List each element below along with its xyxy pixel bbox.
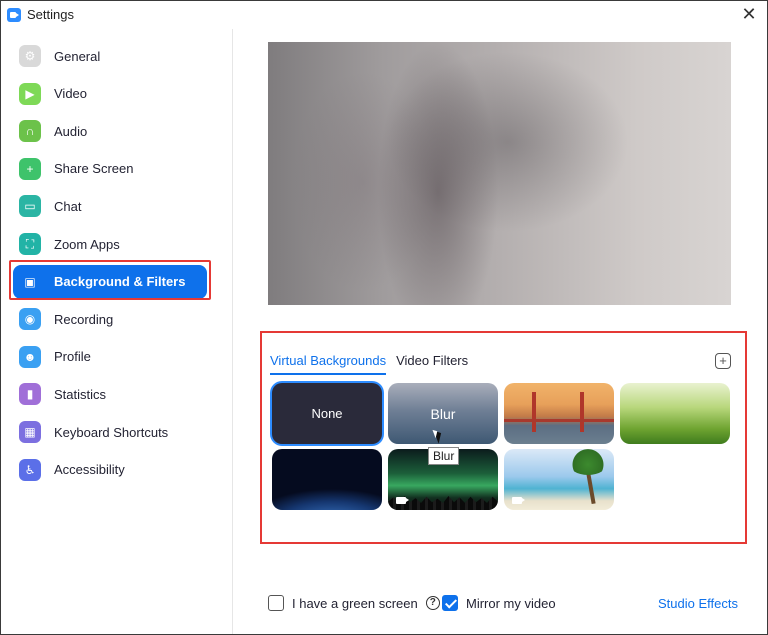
bridge-deck [504,419,614,422]
sidebar-item-background-filters[interactable]: ▣ Background & Filters [13,264,207,299]
palm-leaves [568,449,608,475]
mirror-label: Mirror my video [466,595,556,611]
help-icon[interactable]: ? [425,596,440,610]
sidebar-item-label: Background & Filters [54,274,186,290]
zoom-app-icon [7,8,21,22]
video-camera-icon [512,497,525,504]
mirror-option[interactable]: Mirror my video [442,595,556,611]
title-bar: Settings ✕ [1,1,767,29]
bridge-tower [532,392,536,432]
recording-icon: ◉ [19,308,41,331]
sidebar-item-share-screen[interactable]: + Share Screen [13,152,207,186]
headphones-icon: ∩ [19,120,41,143]
video-camera-icon [396,497,409,504]
tab-video-filters[interactable]: Video Filters [396,353,468,375]
background-thumbnail-bridge[interactable] [504,383,614,444]
window-title: Settings [27,7,74,22]
sidebar-item-label: Recording [54,311,114,327]
zoom-apps-icon: ⛶ [19,233,41,255]
sidebar-item-video[interactable]: ▶ Video [13,77,207,111]
share-screen-icon: + [19,157,41,180]
video-preview [268,42,731,305]
sidebar-item-chat[interactable]: ▭ Chat [13,189,207,223]
thumbnail-label: None [311,406,343,421]
tab-virtual-backgrounds[interactable]: Virtual Backgrounds [270,353,387,375]
green-screen-option[interactable]: I have a green screen ? [268,595,440,611]
sidebar-item-keyboard-shortcuts[interactable]: ▦ Keyboard Shortcuts [13,415,207,449]
sidebar-item-label: Share Screen [54,161,134,177]
sidebar-item-statistics[interactable]: ▮ Statistics [13,377,207,411]
sidebar-item-label: Chat [54,198,82,214]
sidebar-item-label: Profile [54,349,91,365]
sidebar-item-label: Audio [54,123,88,139]
background-icon: ▣ [24,274,36,289]
sidebar-item-label: Statistics [54,386,107,402]
sidebar-item-zoom-apps[interactable]: ⛶ Zoom Apps [13,227,207,261]
sidebar-item-label: Video [54,86,88,102]
mirror-checkbox[interactable] [442,595,458,611]
sidebar-item-label: General [54,48,101,64]
add-background-button[interactable]: + [715,353,731,369]
tab-bar: Virtual Backgrounds Video Filters [270,353,478,375]
sidebar-item-label: Keyboard Shortcuts [54,424,169,440]
background-thumbnail-grass[interactable] [620,383,730,444]
green-screen-checkbox[interactable] [268,595,284,611]
accessibility-icon: ♿ [19,458,41,481]
sidebar-item-accessibility[interactable]: ♿ Accessibility [13,453,207,487]
statistics-icon: ▮ [19,383,41,406]
green-screen-label: I have a green screen [292,595,418,611]
close-button[interactable]: ✕ [739,4,759,24]
profile-icon: ☻ [19,345,41,368]
background-panel: Virtual Backgrounds Video Filters + None… [260,331,747,544]
sidebar-item-general[interactable]: ⚙ General [13,39,207,73]
sidebar-item-audio[interactable]: ∩ Audio [13,114,207,148]
tooltip: Blur [428,447,460,465]
thumbnail-label: Blur [430,405,456,422]
background-thumbnail-beach[interactable] [504,449,614,510]
chat-icon: ▭ [19,195,41,218]
settings-window: Settings ✕ ⚙ General ▶ Video ∩ Audio + Share Sc… [0,0,768,635]
gear-icon: ⚙ [19,45,41,67]
main-panel: Virtual Backgrounds Video Filters + None… [234,29,767,634]
keyboard-icon: ▦ [19,421,41,443]
background-thumbnail-none[interactable]: None [272,383,382,444]
bridge-tower [580,392,584,432]
footer: I have a green screen ? Mirror my video … [268,595,738,615]
studio-effects-link[interactable]: Studio Effects [658,596,738,611]
video-icon: ▶ [19,82,41,105]
background-thumbnail-blur[interactable]: Blur [388,383,498,444]
sidebar-item-recording[interactable]: ◉ Recording [13,302,207,336]
background-thumbnail-earth[interactable] [272,449,382,510]
sidebar-item-profile[interactable]: ☻ Profile [13,340,207,374]
sidebar-item-label: Accessibility [54,462,125,478]
sidebar-item-label: Zoom Apps [54,236,120,252]
sidebar: ⚙ General ▶ Video ∩ Audio + Share Screen ▭ Chat ⛶ Z… [1,29,233,634]
